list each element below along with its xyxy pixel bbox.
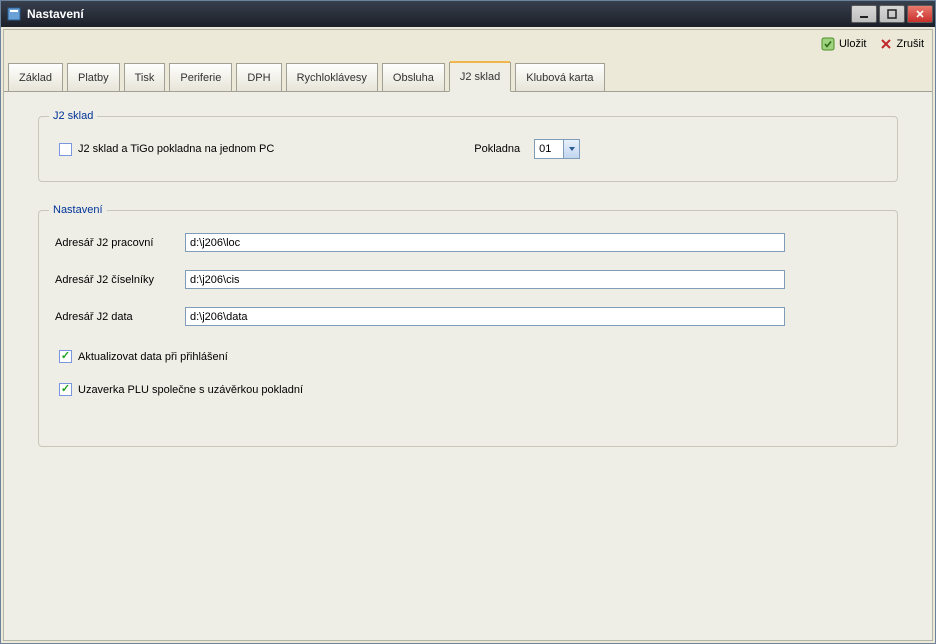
row-dir-data: Adresář J2 data — [55, 307, 881, 326]
tab-j2-sklad[interactable]: J2 sklad — [449, 62, 511, 92]
pokladna-value: 01 — [539, 143, 551, 155]
tab-page-j2-sklad: J2 sklad J2 sklad a TiGo pokladna na jed… — [4, 91, 932, 640]
titlebar: Nastavení — [1, 1, 935, 27]
row-j2-share: J2 sklad a TiGo pokladna na jednom PC Po… — [55, 139, 881, 159]
chevron-down-icon — [563, 140, 579, 158]
tab-klubova-karta[interactable]: Klubová karta — [515, 63, 604, 91]
checkbox-icon — [59, 143, 72, 156]
dir-data-label: Adresář J2 data — [55, 311, 185, 323]
maximize-button[interactable] — [879, 5, 905, 23]
tabs: Základ Platby Tisk Periferie DPH Rychlok… — [4, 58, 932, 91]
tab-rychloklavesy[interactable]: Rychloklávesy — [286, 63, 378, 91]
tab-label: Rychloklávesy — [297, 72, 367, 84]
group-nastaveni: Nastavení Adresář J2 pracovní Adresář J2… — [38, 210, 898, 447]
dir-enum-input[interactable] — [185, 270, 785, 289]
tab-label: Základ — [19, 72, 52, 84]
tab-obsluha[interactable]: Obsluha — [382, 63, 445, 91]
checkbox-label: Aktualizovat data při přihlášení — [78, 351, 228, 363]
save-button[interactable]: Uložit — [821, 37, 867, 51]
group-legend: J2 sklad — [49, 110, 97, 122]
pokladna-label: Pokladna — [474, 143, 520, 155]
tab-label: Obsluha — [393, 72, 434, 84]
window: Nastavení — [0, 0, 936, 644]
checkbox-label: J2 sklad a TiGo pokladna na jednom PC — [78, 143, 274, 155]
pokladna-select[interactable]: 01 — [534, 139, 580, 159]
tab-label: DPH — [247, 72, 270, 84]
tab-tisk[interactable]: Tisk — [124, 63, 166, 91]
cancel-button[interactable]: Zrušit — [879, 37, 925, 51]
dir-work-label: Adresář J2 pracovní — [55, 237, 185, 249]
close-button[interactable] — [907, 5, 933, 23]
tab-platby[interactable]: Platby — [67, 63, 120, 91]
minimize-button[interactable] — [851, 5, 877, 23]
tab-periferie[interactable]: Periferie — [169, 63, 232, 91]
checkbox-icon — [59, 383, 72, 396]
save-icon — [821, 37, 835, 51]
cancel-label: Zrušit — [897, 38, 925, 50]
dir-work-input[interactable] — [185, 233, 785, 252]
tab-label: Tisk — [135, 72, 155, 84]
client-area: Uložit Zrušit Základ Platby Tisk Perifer… — [3, 29, 933, 641]
group-j2-sklad: J2 sklad J2 sklad a TiGo pokladna na jed… — [38, 116, 898, 182]
dir-enum-label: Adresář J2 číselníky — [55, 274, 185, 286]
tab-label: J2 sklad — [460, 71, 500, 83]
checkbox-plu-close[interactable]: Uzaverka PLU společne s uzávěrkou poklad… — [59, 383, 881, 396]
dir-data-input[interactable] — [185, 307, 785, 326]
window-controls — [849, 5, 933, 23]
app-icon — [7, 7, 21, 21]
tab-label: Klubová karta — [526, 72, 593, 84]
tab-label: Platby — [78, 72, 109, 84]
checkbox-icon — [59, 350, 72, 363]
window-title: Nastavení — [27, 7, 849, 21]
toolbar: Uložit Zrušit — [4, 30, 932, 58]
row-dir-enum: Adresář J2 číselníky — [55, 270, 881, 289]
group-legend: Nastavení — [49, 204, 107, 216]
checkbox-label: Uzaverka PLU společne s uzávěrkou poklad… — [78, 384, 303, 396]
tab-label: Periferie — [180, 72, 221, 84]
tab-dph[interactable]: DPH — [236, 63, 281, 91]
checkbox-share-pc[interactable]: J2 sklad a TiGo pokladna na jednom PC — [59, 143, 274, 156]
cancel-icon — [879, 37, 893, 51]
tab-zaklad[interactable]: Základ — [8, 63, 63, 91]
row-dir-work: Adresář J2 pracovní — [55, 233, 881, 252]
save-label: Uložit — [839, 38, 867, 50]
checkbox-update-on-login[interactable]: Aktualizovat data při přihlášení — [59, 350, 881, 363]
